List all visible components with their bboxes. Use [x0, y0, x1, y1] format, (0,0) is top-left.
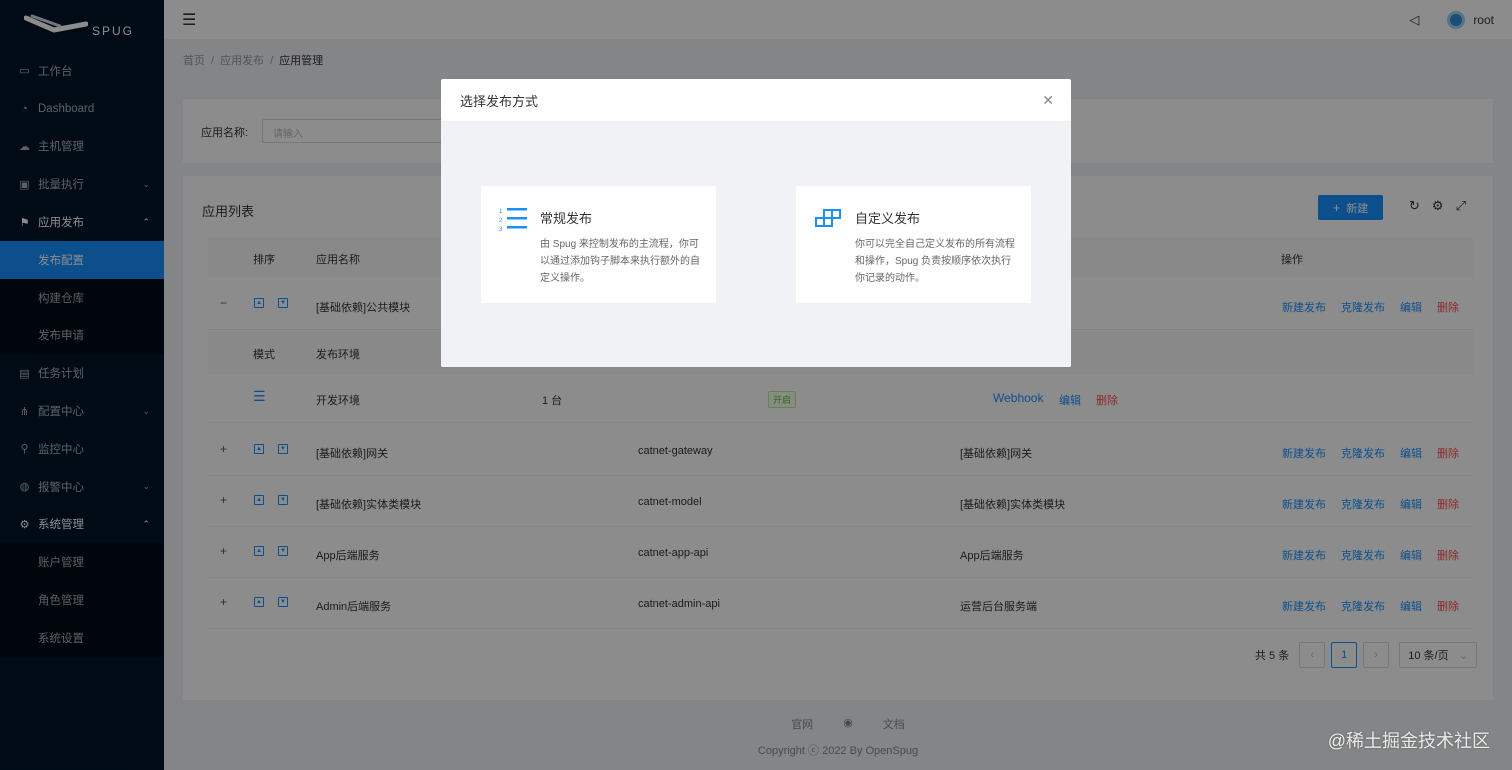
- close-icon[interactable]: ✕: [1042, 92, 1054, 109]
- svg-text:2: 2: [499, 218, 503, 224]
- svg-text:3: 3: [499, 227, 503, 232]
- deploy-type-modal: 选择发布方式 ✕ 1 2 3 常规发布 由 Spug 来控制发布的主流程，你可以…: [441, 79, 1071, 367]
- modal-title: 选择发布方式: [460, 93, 539, 109]
- custom-deploy-option[interactable]: 自定义发布 你可以完全自己定义发布的所有流程和操作，Spug 负责按顺序依次执行…: [796, 186, 1031, 303]
- regular-deploy-option[interactable]: 1 2 3 常规发布 由 Spug 来控制发布的主流程，你可以通过添加钩子脚本来…: [481, 186, 716, 303]
- build-blocks-icon: [815, 209, 841, 227]
- option-title: 自定义发布: [855, 211, 921, 226]
- ordered-list-icon: 1 2 3: [499, 208, 527, 232]
- option-title: 常规发布: [540, 211, 593, 226]
- watermark: @稀土掘金技术社区: [1327, 731, 1490, 751]
- svg-text:1: 1: [499, 209, 503, 215]
- option-description: 由 Spug 来控制发布的主流程，你可以通过添加钩子脚本来执行额外的自定义操作。: [540, 239, 700, 284]
- option-description: 你可以完全自己定义发布的所有流程和操作，Spug 负责按顺序依次执行你记录的动作…: [855, 239, 1015, 284]
